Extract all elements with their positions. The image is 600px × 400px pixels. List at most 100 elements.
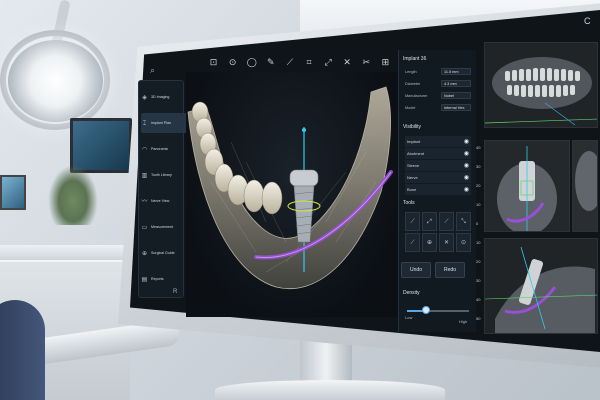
implant-field-diameter: Diameter 4.3 mm bbox=[405, 80, 471, 87]
density-slider-knob[interactable] bbox=[421, 306, 430, 314]
ruler-icon: ▭ bbox=[141, 223, 148, 231]
layer-label: Bone bbox=[407, 187, 417, 192]
circle-icon[interactable]: ◯ bbox=[244, 55, 259, 71]
implant-field-model: Model Internal Hex bbox=[405, 104, 471, 111]
nav-item-tooth-library[interactable]: ▥ Tooth Library bbox=[141, 165, 187, 185]
eye-icon[interactable]: ◉ bbox=[464, 174, 469, 181]
field-value[interactable]: Nobel bbox=[441, 92, 471, 99]
tools-grid: ⟋ ⤢ ⟋ ⤡ ⟋ ⊕ ✕ ⊙ bbox=[405, 212, 471, 252]
nav-item-surgical-guide[interactable]: ⊕ Surgical Guide bbox=[141, 243, 187, 263]
nav-item-reports[interactable]: ▤ Reports bbox=[141, 269, 187, 289]
eye-icon[interactable]: ◉ bbox=[464, 162, 469, 169]
eye-icon[interactable]: ◉ bbox=[464, 150, 469, 157]
cross-section-pane[interactable] bbox=[484, 140, 570, 232]
nav-item-implant-plan[interactable]: ⌶ Implant Plan bbox=[141, 113, 187, 133]
report-icon: ▤ bbox=[141, 275, 148, 283]
ruler-tick-label: 0 bbox=[476, 221, 479, 226]
expand-icon[interactable]: ⤢ bbox=[321, 55, 336, 71]
visibility-row-nerve[interactable]: Nerve ◉ bbox=[405, 172, 471, 183]
sagittal-scan-pane[interactable] bbox=[484, 238, 598, 334]
ruler-tick-label: 10 bbox=[476, 202, 481, 207]
panoramic-scan-pane[interactable] bbox=[484, 42, 598, 128]
layer-label: Sleeve bbox=[407, 163, 420, 168]
grid-icon[interactable]: ⊞ bbox=[378, 55, 393, 71]
implant-field-length: Length 11.5 mm bbox=[405, 68, 471, 75]
tool-button-1[interactable]: ⟋ bbox=[405, 212, 420, 231]
3d-viewport[interactable] bbox=[186, 72, 398, 317]
crop-icon[interactable]: ⌗ bbox=[301, 55, 316, 71]
tool-button-3[interactable]: ⟋ bbox=[439, 212, 454, 231]
nav-item-label: Measurement bbox=[151, 225, 173, 229]
tool-button-8[interactable]: ⊙ bbox=[456, 233, 471, 252]
nav-item-label: Reports bbox=[151, 277, 164, 281]
nav-item-label: Surgical Guide bbox=[151, 251, 175, 255]
implant-field-manufacturer: Manufacturer Nobel bbox=[405, 92, 471, 99]
ruler-tick-label: 20 bbox=[476, 259, 481, 264]
field-value[interactable]: 4.3 mm bbox=[441, 80, 471, 87]
visibility-row-implant[interactable]: Implant ◉ bbox=[405, 136, 471, 147]
tool-button-4[interactable]: ⤡ bbox=[456, 212, 471, 231]
undo-button[interactable]: Undo bbox=[401, 262, 431, 278]
panorama-icon: ◠ bbox=[141, 145, 148, 153]
monitor-stand-base bbox=[215, 380, 445, 400]
density-high-label: High bbox=[459, 319, 468, 324]
cross-icon[interactable]: ✕ bbox=[340, 55, 355, 71]
eye-icon[interactable]: ◉ bbox=[464, 138, 469, 145]
nerve-icon: 〰 bbox=[141, 197, 148, 205]
visibility-row-bone[interactable]: Bone ◉ bbox=[405, 184, 471, 195]
ruler-icon[interactable]: ⟋ bbox=[282, 55, 297, 71]
layer-label: Implant bbox=[407, 139, 421, 144]
play-icon[interactable]: ⊙ bbox=[225, 55, 240, 71]
tooth-icon: ▥ bbox=[141, 171, 148, 179]
layer-label: Abutment bbox=[407, 151, 425, 156]
field-label: Diameter bbox=[405, 81, 421, 86]
nav-item-label: Panoramic bbox=[151, 147, 169, 151]
implant-title: Implant 36 bbox=[403, 56, 427, 62]
tool-button-5[interactable]: ⟋ bbox=[405, 233, 420, 252]
nav-item-measurement[interactable]: ▭ Measurement bbox=[141, 217, 187, 237]
scissors-icon[interactable]: ✂ bbox=[359, 55, 374, 71]
pen-icon[interactable]: ✎ bbox=[263, 55, 278, 71]
visibility-row-abutment[interactable]: Abutment ◉ bbox=[405, 148, 471, 159]
eye-icon[interactable]: ◉ bbox=[464, 186, 469, 193]
tools-title: Tools bbox=[403, 200, 415, 206]
tool-button-2[interactable]: ⤢ bbox=[422, 212, 437, 231]
top-toolbar: ⊡⊙◯✎⟋⌗⤢✕✂⊞⤢ bbox=[200, 52, 412, 74]
corner-label: C bbox=[584, 16, 591, 26]
cross-section-xray bbox=[485, 141, 569, 231]
jaw-render bbox=[187, 86, 393, 289]
nav-footer-label: R bbox=[173, 289, 178, 295]
implant-icon: ⌶ bbox=[142, 119, 147, 127]
density-slider-track[interactable] bbox=[407, 310, 469, 312]
cube-icon: ◈ bbox=[142, 93, 147, 101]
sagittal-xray bbox=[485, 239, 597, 333]
background-plant bbox=[48, 165, 98, 225]
ruler-tick-label: 10 bbox=[476, 240, 481, 245]
ruler-tick-label: 30 bbox=[476, 278, 481, 283]
nav-item-3d-imaging[interactable]: ◈ 3D Imaging bbox=[141, 87, 187, 107]
visibility-title: Visibility bbox=[403, 124, 421, 130]
layer-label: Nerve bbox=[407, 175, 418, 180]
density-title: Density bbox=[403, 290, 420, 296]
nav-item-label: Tooth Library bbox=[151, 173, 172, 177]
nav-item-panoramic[interactable]: ◠ Panoramic bbox=[141, 139, 187, 159]
density-low-label: Low bbox=[405, 315, 413, 320]
field-value[interactable]: Internal Hex bbox=[441, 104, 471, 111]
nav-item-nerve-view[interactable]: 〰 Nerve View bbox=[141, 191, 187, 211]
scan-views: 40 30 20 10 0 10 20 30 40 50 bbox=[476, 40, 600, 340]
visibility-row-sleeve[interactable]: Sleeve ◉ bbox=[405, 160, 471, 171]
nav-item-label: Nerve View bbox=[151, 199, 170, 203]
left-navigation: ◈ 3D Imaging ⌶ Implant Plan ◠ Panoramic ▥ Tooth… bbox=[138, 80, 187, 298]
field-label: Model bbox=[405, 105, 416, 110]
search-icon[interactable]: ⌕ bbox=[150, 66, 162, 78]
redo-button[interactable]: Redo bbox=[435, 262, 465, 278]
nav-item-label: Implant Plan bbox=[151, 121, 171, 125]
target-icon[interactable]: ⊡ bbox=[206, 55, 221, 71]
axial-scan-pane[interactable] bbox=[572, 140, 598, 232]
tool-button-7[interactable]: ✕ bbox=[439, 233, 454, 252]
background-small-screen bbox=[0, 175, 26, 210]
properties-panel: Implant 36 Length 11.5 mm Diameter 4.3 mm Ma… bbox=[398, 50, 476, 332]
axial-xray bbox=[573, 141, 597, 231]
tool-button-6[interactable]: ⊕ bbox=[422, 233, 437, 252]
field-value[interactable]: 11.5 mm bbox=[441, 68, 471, 75]
